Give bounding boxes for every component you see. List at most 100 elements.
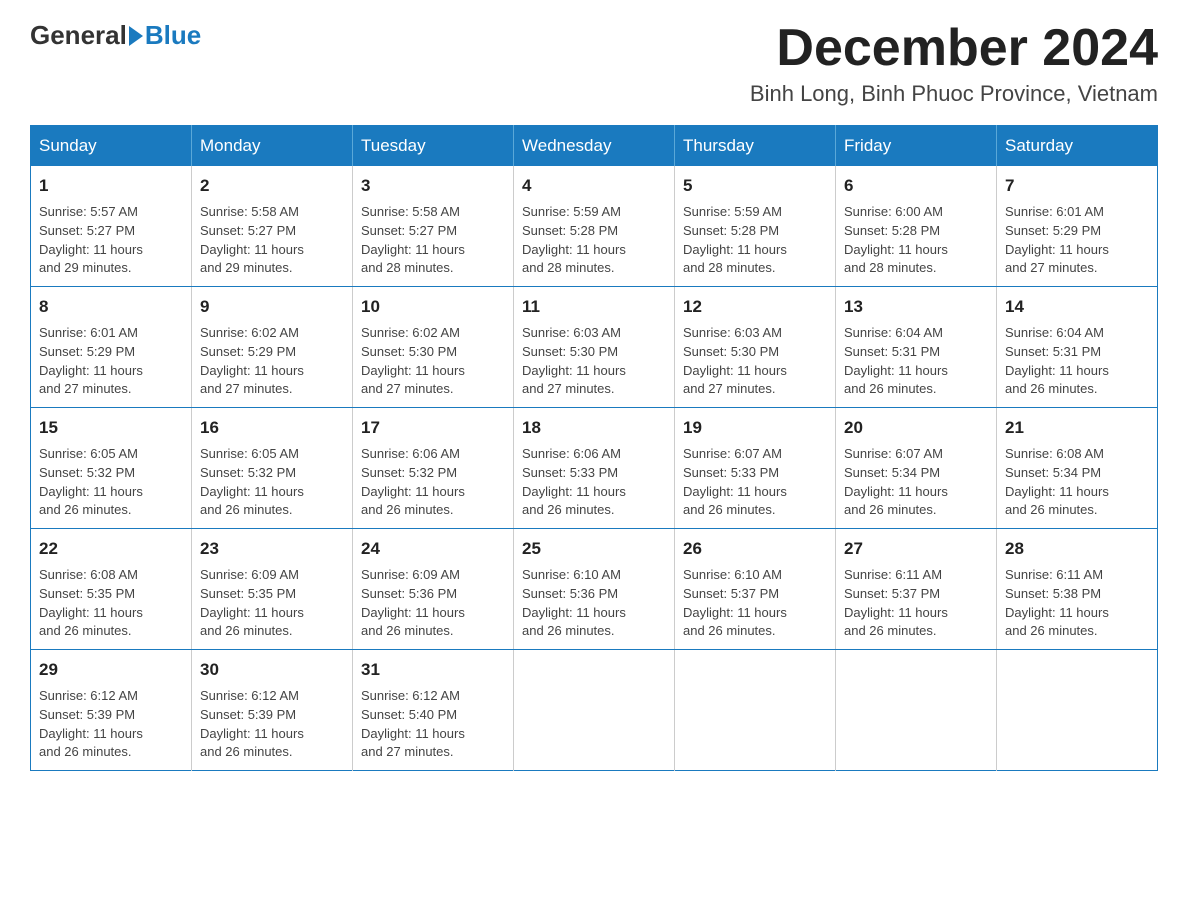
day-number: 14 [1005,295,1149,320]
calendar-day-cell: 7 Sunrise: 6:01 AMSunset: 5:29 PMDayligh… [997,166,1158,287]
day-info: Sunrise: 6:09 AMSunset: 5:35 PMDaylight:… [200,567,304,639]
day-info: Sunrise: 6:11 AMSunset: 5:37 PMDaylight:… [844,567,948,639]
day-number: 22 [39,537,183,562]
calendar-week-row: 1 Sunrise: 5:57 AMSunset: 5:27 PMDayligh… [31,166,1158,287]
day-info: Sunrise: 6:04 AMSunset: 5:31 PMDaylight:… [1005,325,1109,397]
day-info: Sunrise: 6:03 AMSunset: 5:30 PMDaylight:… [522,325,626,397]
calendar-day-cell: 11 Sunrise: 6:03 AMSunset: 5:30 PMDaylig… [514,287,675,408]
day-number: 23 [200,537,344,562]
logo-arrow-icon [129,26,143,46]
day-number: 1 [39,174,183,199]
day-info: Sunrise: 6:06 AMSunset: 5:33 PMDaylight:… [522,446,626,518]
day-info: Sunrise: 6:04 AMSunset: 5:31 PMDaylight:… [844,325,948,397]
calendar-day-cell: 12 Sunrise: 6:03 AMSunset: 5:30 PMDaylig… [675,287,836,408]
calendar-day-cell: 15 Sunrise: 6:05 AMSunset: 5:32 PMDaylig… [31,408,192,529]
calendar-day-cell: 3 Sunrise: 5:58 AMSunset: 5:27 PMDayligh… [353,166,514,287]
page-header: General Blue December 2024 Binh Long, Bi… [30,20,1158,107]
calendar-day-cell: 6 Sunrise: 6:00 AMSunset: 5:28 PMDayligh… [836,166,997,287]
calendar-day-cell: 17 Sunrise: 6:06 AMSunset: 5:32 PMDaylig… [353,408,514,529]
day-number: 24 [361,537,505,562]
day-info: Sunrise: 6:08 AMSunset: 5:35 PMDaylight:… [39,567,143,639]
weekday-header-friday: Friday [836,126,997,167]
day-number: 5 [683,174,827,199]
day-number: 21 [1005,416,1149,441]
weekday-header-saturday: Saturday [997,126,1158,167]
day-number: 27 [844,537,988,562]
day-info: Sunrise: 5:59 AMSunset: 5:28 PMDaylight:… [522,204,626,276]
calendar-day-cell: 4 Sunrise: 5:59 AMSunset: 5:28 PMDayligh… [514,166,675,287]
calendar-table: SundayMondayTuesdayWednesdayThursdayFrid… [30,125,1158,771]
weekday-header-tuesday: Tuesday [353,126,514,167]
calendar-day-cell [836,650,997,771]
location-title: Binh Long, Binh Phuoc Province, Vietnam [750,81,1158,107]
day-info: Sunrise: 5:57 AMSunset: 5:27 PMDaylight:… [39,204,143,276]
calendar-day-cell: 22 Sunrise: 6:08 AMSunset: 5:35 PMDaylig… [31,529,192,650]
day-info: Sunrise: 6:10 AMSunset: 5:37 PMDaylight:… [683,567,787,639]
day-number: 16 [200,416,344,441]
day-info: Sunrise: 6:11 AMSunset: 5:38 PMDaylight:… [1005,567,1109,639]
day-info: Sunrise: 5:58 AMSunset: 5:27 PMDaylight:… [200,204,304,276]
calendar-day-cell: 16 Sunrise: 6:05 AMSunset: 5:32 PMDaylig… [192,408,353,529]
calendar-day-cell: 24 Sunrise: 6:09 AMSunset: 5:36 PMDaylig… [353,529,514,650]
calendar-week-row: 15 Sunrise: 6:05 AMSunset: 5:32 PMDaylig… [31,408,1158,529]
calendar-day-cell: 30 Sunrise: 6:12 AMSunset: 5:39 PMDaylig… [192,650,353,771]
weekday-header-thursday: Thursday [675,126,836,167]
day-info: Sunrise: 6:01 AMSunset: 5:29 PMDaylight:… [1005,204,1109,276]
calendar-day-cell: 26 Sunrise: 6:10 AMSunset: 5:37 PMDaylig… [675,529,836,650]
calendar-day-cell: 5 Sunrise: 5:59 AMSunset: 5:28 PMDayligh… [675,166,836,287]
day-info: Sunrise: 6:07 AMSunset: 5:34 PMDaylight:… [844,446,948,518]
weekday-header-wednesday: Wednesday [514,126,675,167]
calendar-week-row: 29 Sunrise: 6:12 AMSunset: 5:39 PMDaylig… [31,650,1158,771]
day-info: Sunrise: 6:12 AMSunset: 5:39 PMDaylight:… [200,688,304,760]
day-number: 26 [683,537,827,562]
calendar-header-row: SundayMondayTuesdayWednesdayThursdayFrid… [31,126,1158,167]
day-number: 28 [1005,537,1149,562]
day-number: 20 [844,416,988,441]
title-section: December 2024 Binh Long, Binh Phuoc Prov… [750,20,1158,107]
calendar-day-cell: 1 Sunrise: 5:57 AMSunset: 5:27 PMDayligh… [31,166,192,287]
day-number: 7 [1005,174,1149,199]
calendar-day-cell: 8 Sunrise: 6:01 AMSunset: 5:29 PMDayligh… [31,287,192,408]
day-info: Sunrise: 6:01 AMSunset: 5:29 PMDaylight:… [39,325,143,397]
day-info: Sunrise: 6:02 AMSunset: 5:30 PMDaylight:… [361,325,465,397]
day-number: 31 [361,658,505,683]
day-number: 29 [39,658,183,683]
weekday-header-sunday: Sunday [31,126,192,167]
calendar-day-cell: 20 Sunrise: 6:07 AMSunset: 5:34 PMDaylig… [836,408,997,529]
day-info: Sunrise: 5:59 AMSunset: 5:28 PMDaylight:… [683,204,787,276]
logo: General Blue [30,20,201,51]
calendar-day-cell: 9 Sunrise: 6:02 AMSunset: 5:29 PMDayligh… [192,287,353,408]
day-number: 30 [200,658,344,683]
calendar-day-cell: 2 Sunrise: 5:58 AMSunset: 5:27 PMDayligh… [192,166,353,287]
calendar-week-row: 22 Sunrise: 6:08 AMSunset: 5:35 PMDaylig… [31,529,1158,650]
month-title: December 2024 [750,20,1158,77]
calendar-day-cell: 18 Sunrise: 6:06 AMSunset: 5:33 PMDaylig… [514,408,675,529]
calendar-week-row: 8 Sunrise: 6:01 AMSunset: 5:29 PMDayligh… [31,287,1158,408]
logo-general-text: General [30,20,127,51]
day-number: 4 [522,174,666,199]
calendar-day-cell: 23 Sunrise: 6:09 AMSunset: 5:35 PMDaylig… [192,529,353,650]
calendar-day-cell [514,650,675,771]
day-info: Sunrise: 5:58 AMSunset: 5:27 PMDaylight:… [361,204,465,276]
day-number: 12 [683,295,827,320]
day-number: 3 [361,174,505,199]
day-info: Sunrise: 6:06 AMSunset: 5:32 PMDaylight:… [361,446,465,518]
day-number: 18 [522,416,666,441]
day-info: Sunrise: 6:10 AMSunset: 5:36 PMDaylight:… [522,567,626,639]
day-number: 17 [361,416,505,441]
calendar-day-cell: 19 Sunrise: 6:07 AMSunset: 5:33 PMDaylig… [675,408,836,529]
calendar-day-cell: 10 Sunrise: 6:02 AMSunset: 5:30 PMDaylig… [353,287,514,408]
day-number: 8 [39,295,183,320]
day-info: Sunrise: 6:12 AMSunset: 5:39 PMDaylight:… [39,688,143,760]
calendar-day-cell: 14 Sunrise: 6:04 AMSunset: 5:31 PMDaylig… [997,287,1158,408]
day-info: Sunrise: 6:03 AMSunset: 5:30 PMDaylight:… [683,325,787,397]
calendar-day-cell [997,650,1158,771]
calendar-day-cell: 21 Sunrise: 6:08 AMSunset: 5:34 PMDaylig… [997,408,1158,529]
weekday-header-monday: Monday [192,126,353,167]
day-info: Sunrise: 6:02 AMSunset: 5:29 PMDaylight:… [200,325,304,397]
day-info: Sunrise: 6:09 AMSunset: 5:36 PMDaylight:… [361,567,465,639]
day-info: Sunrise: 6:08 AMSunset: 5:34 PMDaylight:… [1005,446,1109,518]
calendar-day-cell: 28 Sunrise: 6:11 AMSunset: 5:38 PMDaylig… [997,529,1158,650]
day-number: 6 [844,174,988,199]
day-number: 13 [844,295,988,320]
